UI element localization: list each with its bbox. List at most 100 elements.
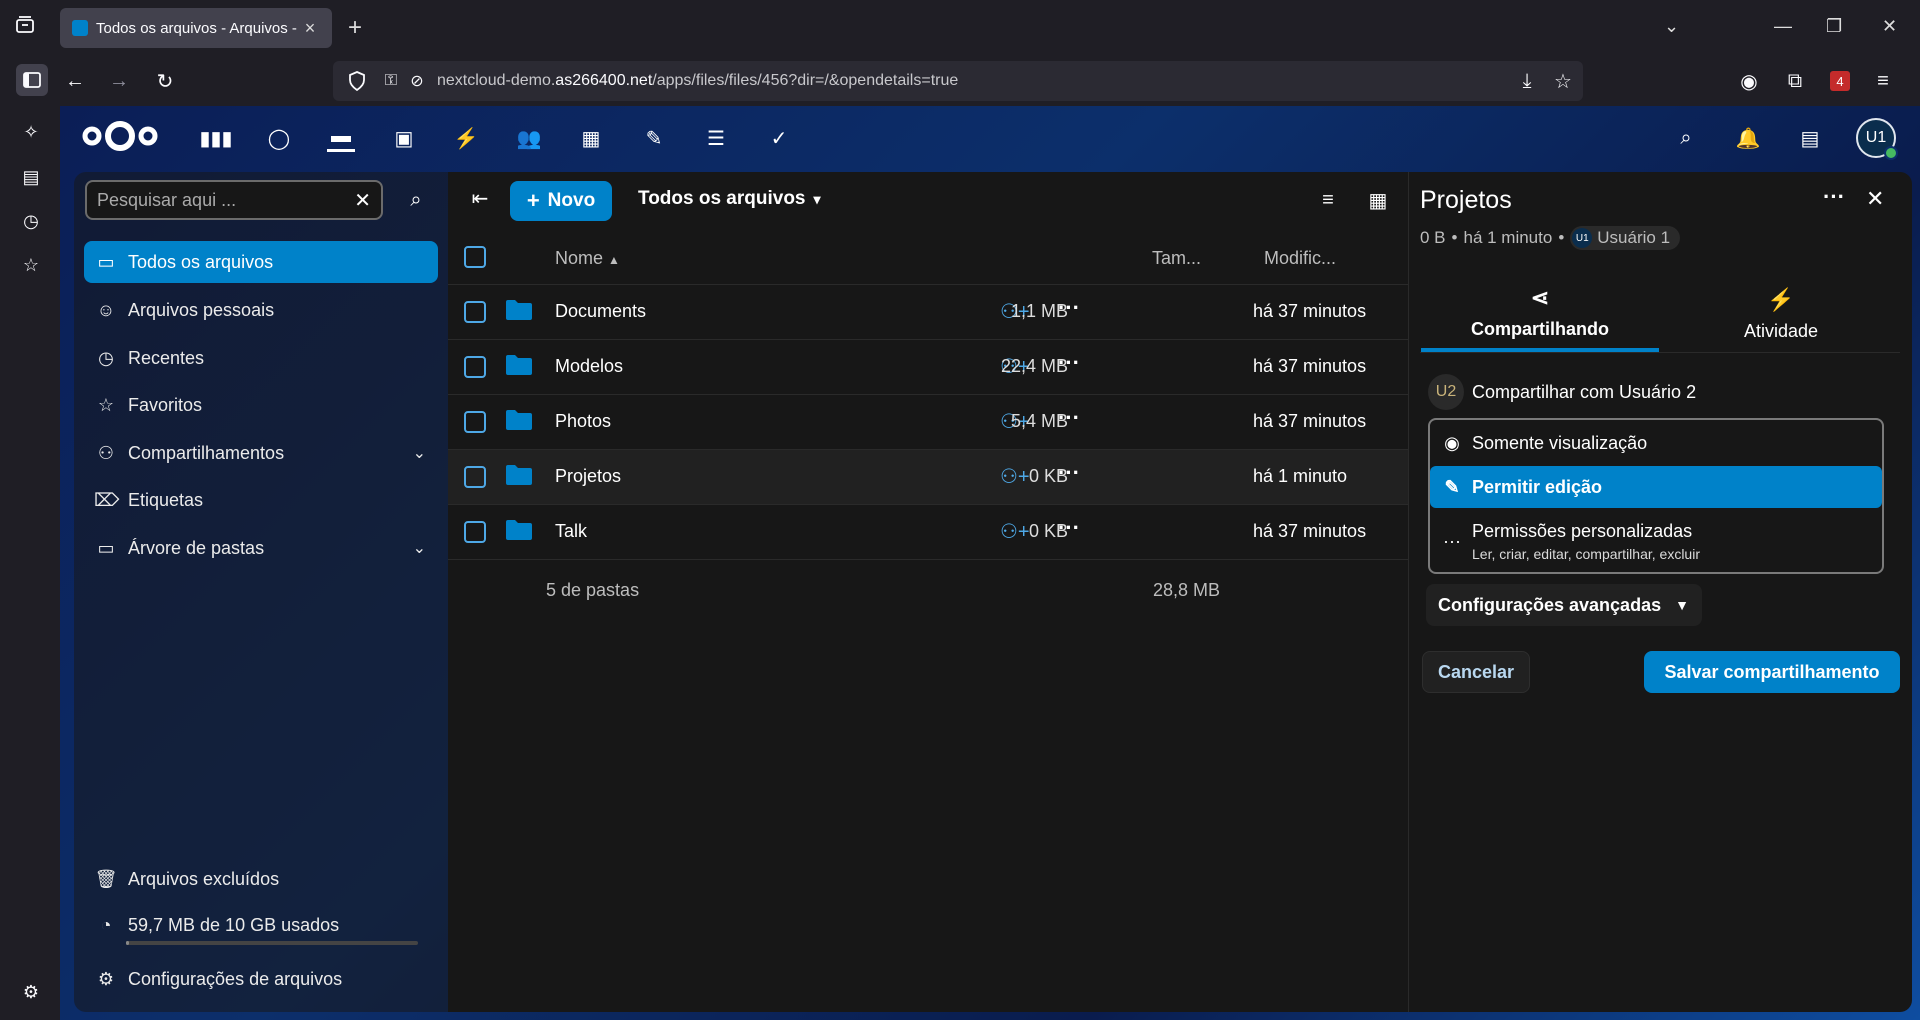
tab-label: Compartilhando — [1471, 318, 1609, 339]
extension-badge[interactable]: 4 — [1830, 71, 1850, 91]
dashboard-icon[interactable]: ▮▮▮ — [199, 124, 232, 152]
chevron-down-icon[interactable]: ⌄ — [413, 538, 426, 558]
table-row[interactable]: Modelos ⚇+ ··· 22,4 MB há 37 minutos — [448, 340, 1408, 395]
extensions-icon[interactable]: ⧉ — [1782, 68, 1808, 94]
tab-activity[interactable]: ⚡ Atividade — [1662, 276, 1900, 352]
table-row[interactable]: Talk ⚇+ ··· 0 KB há 37 minutos — [448, 505, 1408, 560]
nav-item-deleted-files[interactable]: 🗑 Arquivos excluídos — [84, 858, 438, 900]
row-checkbox[interactable] — [464, 301, 486, 323]
new-tab-button[interactable]: + — [348, 14, 362, 42]
select-all-checkbox[interactable] — [464, 246, 486, 268]
browser-settings-icon[interactable]: ⚙ — [19, 980, 43, 1004]
new-label: Novo — [547, 190, 596, 211]
nextcloud-logo-icon[interactable] — [82, 118, 158, 154]
tasks-icon[interactable]: ✓ — [765, 124, 793, 152]
share-icon[interactable]: ⚇+ — [1000, 464, 1030, 488]
grid-view-icon[interactable]: ▦ — [1364, 186, 1392, 214]
file-name[interactable]: Documents — [555, 301, 646, 322]
row-checkbox[interactable] — [464, 521, 486, 543]
bookmarks-icon[interactable]: ☆ — [19, 253, 43, 277]
address-bar[interactable]: nextcloud-demo. as266400.net/apps/files/f… — [333, 61, 1583, 101]
column-size[interactable]: Tam... — [1152, 248, 1201, 269]
nav-item-all-files[interactable]: ▭ Todos os arquivos — [84, 241, 438, 283]
nav-item-recent[interactable]: ◷ Recentes — [84, 337, 438, 379]
nav-item-tags[interactable]: ⌦ Etiquetas — [84, 479, 438, 521]
browser-tab[interactable]: Todos os arquivos - Arquivos - Nextcloud… — [60, 8, 332, 48]
tab-sharing[interactable]: ⋖ Compartilhando — [1421, 276, 1659, 352]
clear-search-icon[interactable]: ✕ — [354, 188, 371, 213]
notifications-icon[interactable]: 🔔 — [1734, 124, 1762, 152]
nav-item-folder-tree[interactable]: ▭ Árvore de pastas ⌄ — [84, 527, 438, 569]
account-icon[interactable]: ◉ — [1736, 68, 1762, 94]
nav-item-quota[interactable]: ◔ 59,7 MB de 10 GB usados — [84, 905, 438, 941]
file-name[interactable]: Talk — [555, 521, 587, 542]
nav-label: Configurações de arquivos — [128, 968, 343, 989]
talk-icon[interactable]: ◯ — [265, 124, 293, 152]
filter-icon[interactable]: ≡ — [1314, 186, 1342, 214]
activity-icon[interactable]: ⚡ — [452, 124, 480, 152]
file-name[interactable]: Projetos — [555, 466, 621, 487]
save-share-button[interactable]: Salvar compartilhamento — [1644, 651, 1900, 693]
toggle-navigation-icon[interactable]: ⇤ — [466, 184, 494, 212]
sidebar-toggle-icon[interactable] — [16, 64, 48, 96]
bookmark-star-icon[interactable]: ☆ — [1550, 68, 1576, 94]
files-settings-button[interactable]: ⚙ Configurações de arquivos — [84, 958, 438, 1000]
chevron-down-icon[interactable]: ⌄ — [413, 443, 426, 463]
permission-view-only[interactable]: ◉ Somente visualização — [1430, 424, 1882, 462]
row-checkbox[interactable] — [464, 466, 486, 488]
permission-allow-edit[interactable]: ✎ Permitir edição — [1430, 466, 1882, 508]
new-button[interactable]: + Novo — [510, 181, 612, 221]
search-input[interactable]: Pesquisar aqui ... ✕ — [85, 180, 383, 220]
window-close-icon[interactable]: ✕ — [1882, 16, 1897, 37]
column-name[interactable]: Nome ▲ — [555, 248, 620, 269]
permission-options: ◉ Somente visualização ✎ Permitir edição ·… — [1428, 418, 1884, 574]
nav-item-shares[interactable]: ⚇ Compartilhamentos ⌄ — [84, 432, 438, 474]
table-row[interactable]: Documents ⚇+ ··· 1,1 MB há 37 minutos — [448, 285, 1408, 340]
folder-icon — [506, 355, 532, 375]
nav-item-favorites[interactable]: ☆ Favoritos — [84, 384, 438, 426]
nav-item-personal-files[interactable]: ☺ Arquivos pessoais — [84, 289, 438, 331]
row-checkbox[interactable] — [464, 356, 486, 378]
contacts-menu-icon[interactable]: ▤ — [1796, 124, 1824, 152]
deck-icon[interactable]: ☰ — [702, 124, 730, 152]
user-avatar[interactable]: U1 — [1856, 118, 1898, 160]
owner-chip[interactable]: U1 Usuário 1 — [1570, 226, 1681, 250]
search-icon[interactable]: ⌕ — [402, 186, 430, 214]
sync-icon[interactable]: ▤ — [19, 165, 43, 189]
cancel-button[interactable]: Cancelar — [1422, 651, 1530, 693]
table-row[interactable]: Photos ⚇+ ··· 5,4 MB há 37 minutos — [448, 395, 1408, 450]
advanced-settings-button[interactable]: Configurações avançadas ▼ — [1426, 584, 1702, 626]
history-icon[interactable]: ◷ — [19, 209, 43, 233]
details-more-icon[interactable]: ··· — [1823, 184, 1845, 210]
list-all-tabs-icon[interactable]: ⌄ — [1664, 16, 1679, 37]
minimize-icon[interactable]: — — [1774, 16, 1792, 37]
table-row[interactable]: Projetos ⚇+ ··· 0 KB há 1 minuto — [448, 450, 1408, 505]
file-name[interactable]: Modelos — [555, 356, 623, 377]
back-icon[interactable]: ← — [62, 68, 88, 94]
permissions-icon[interactable]: ⚿ — [378, 68, 404, 94]
notes-icon[interactable]: ✎ — [640, 124, 668, 152]
column-modified[interactable]: Modific... — [1264, 248, 1336, 269]
restore-icon[interactable]: ❐ — [1826, 16, 1842, 37]
reload-icon[interactable]: ↻ — [152, 68, 178, 94]
forward-icon[interactable]: → — [106, 68, 132, 94]
file-name[interactable]: Photos — [555, 411, 611, 432]
calendar-icon[interactable]: ▦ — [577, 124, 605, 152]
permission-custom[interactable]: ··· Permissões personalizadas Ler, criar, … — [1430, 512, 1882, 570]
close-icon[interactable]: ✕ — [1866, 186, 1884, 212]
breadcrumb[interactable]: Todos os arquivos ▾ — [638, 188, 821, 210]
browser-sidebar — [0, 56, 60, 1020]
contacts-icon[interactable]: 👥 — [515, 124, 543, 152]
unified-search-icon[interactable]: ⌕ — [1672, 124, 1700, 152]
close-tab-icon[interactable]: × — [300, 18, 320, 39]
tracking-icon[interactable]: ⊘ — [404, 68, 430, 94]
tab-list-icon[interactable] — [14, 14, 36, 36]
photos-icon[interactable]: ▣ — [390, 124, 418, 152]
ai-sparkle-icon[interactable]: ✧ — [19, 120, 43, 144]
shield-icon[interactable] — [344, 68, 370, 94]
files-icon[interactable]: ▬ — [327, 124, 355, 152]
menu-icon[interactable]: ≡ — [1870, 68, 1896, 94]
save-to-pocket-icon[interactable]: ⤓ — [1514, 68, 1540, 94]
share-icon[interactable]: ⚇+ — [1000, 519, 1030, 543]
row-checkbox[interactable] — [464, 411, 486, 433]
